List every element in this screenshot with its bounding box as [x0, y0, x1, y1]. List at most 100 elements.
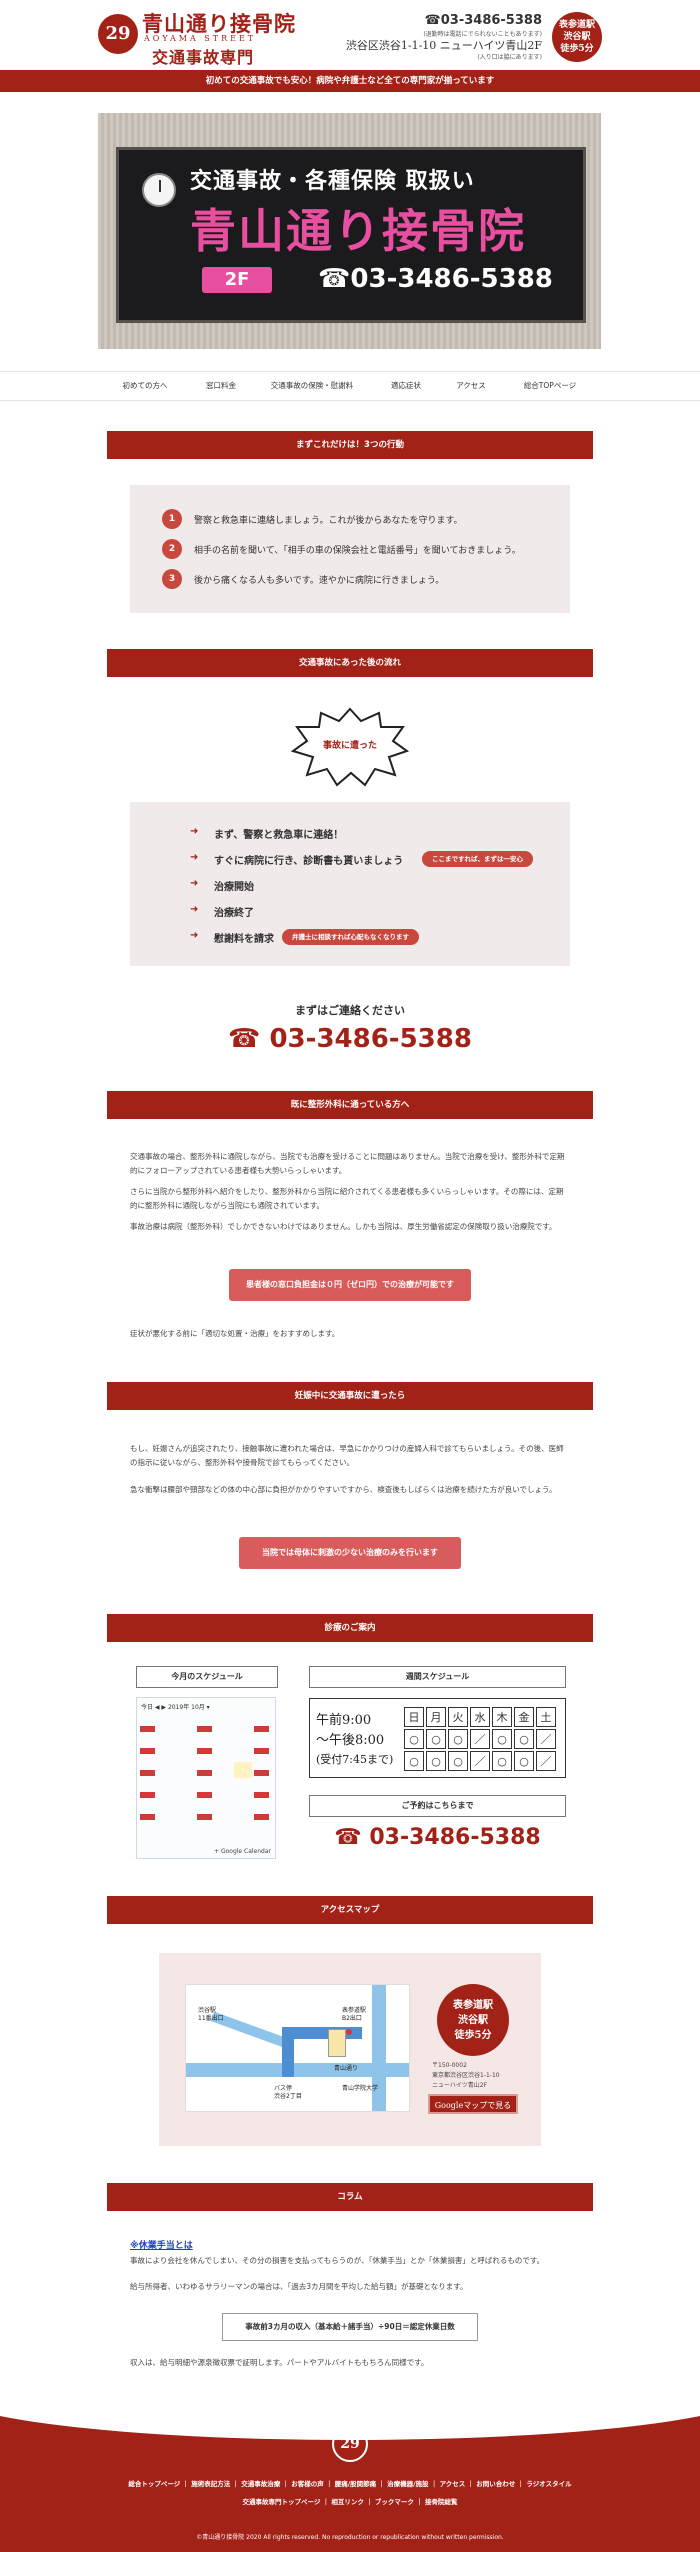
flow-step: すぐに病院に行き、診断書も貰いましょう: [214, 856, 404, 867]
reserve-phone[interactable]: ☎ 03-3486-5388: [309, 1825, 566, 1850]
calendar-day[interactable]: [196, 1806, 214, 1822]
footer-links[interactable]: 交通事故専門トップページ ｜ 相互リンク ｜ ブックマーク ｜ 接骨院総覧: [0, 2496, 700, 2506]
am-slot: ／: [536, 1729, 556, 1749]
calendar-event[interactable]: [140, 1792, 155, 1798]
paragraph: 収入は、給与明細や源泉徴収票で証明します。パートやアルバイトももちろん同様です。: [130, 2358, 429, 2367]
section-title-pregnant: 妊娠中に交通事故に遭ったら: [107, 1382, 593, 1410]
map-label: 11番出口: [198, 2015, 224, 2022]
calendar-day[interactable]: [177, 1740, 195, 1756]
calendar-event[interactable]: [197, 1726, 212, 1732]
pm-slot: ○: [492, 1751, 512, 1771]
section-title-column: コラム: [107, 2183, 593, 2211]
weekly-hours-table: 午前9:00 〜午後8:00 (受付7:45まで) 日 月 火 水 木 金 土 …: [309, 1698, 566, 1778]
header-phone[interactable]: ☎03-3486-5388: [425, 13, 542, 28]
zero-yen-callout: 患者様の窓口負担金は０円（ゼロ円）での治療が可能です: [229, 1269, 471, 1301]
google-map-button[interactable]: Googleマップで見る: [428, 2094, 518, 2114]
calendar-header[interactable]: 今日 ◀ ▶ 2019年 10月 ▾: [141, 1702, 210, 1711]
arrow-icon: ➜: [190, 852, 199, 863]
calendar-today[interactable]: [234, 1762, 252, 1778]
calendar-day[interactable]: [158, 1718, 176, 1734]
nav-access[interactable]: アクセス: [440, 372, 502, 400]
badge-line: 表参道駅: [558, 20, 595, 30]
pm-slot: ○: [514, 1751, 534, 1771]
calendar-day[interactable]: [139, 1740, 157, 1756]
day-header: 月: [426, 1707, 446, 1727]
burst-label: 事故に遭った: [322, 741, 377, 751]
calendar-day[interactable]: [139, 1718, 157, 1734]
footer-logo[interactable]: 29: [332, 2426, 368, 2462]
sign-line-1: 交通事故・各種保険 取扱い: [190, 169, 475, 194]
logo-mark[interactable]: 29: [98, 14, 138, 54]
calendar-event[interactable]: [254, 1770, 269, 1776]
calendar-day[interactable]: [253, 1784, 271, 1800]
calendar-day[interactable]: [215, 1718, 233, 1734]
calendar-event[interactable]: [254, 1792, 269, 1798]
calendar-event[interactable]: [254, 1814, 269, 1820]
calendar-event[interactable]: [254, 1726, 269, 1732]
arrow-icon: ➜: [190, 904, 199, 915]
nav-insurance[interactable]: 交通事故の保険・慰謝料: [252, 372, 372, 400]
access-map[interactable]: 渋谷駅 11番出口 表参道駅 B2出口 バス停 渋谷2丁目 青山学院大学 青山通…: [185, 1984, 410, 2112]
calendar-day[interactable]: [253, 1740, 271, 1756]
paragraph: 交通事故の場合、整形外科に通院しながら、当院でも治療を受けることに問題はありませ…: [130, 1152, 565, 1175]
calendar-event[interactable]: [140, 1748, 155, 1754]
contact-phone[interactable]: ☎ 03-3486-5388: [0, 1024, 700, 1054]
section-title-orthopedic: 既に整形外科に通っている方へ: [107, 1091, 593, 1119]
calendar-day[interactable]: [196, 1762, 214, 1778]
calendar-day[interactable]: [253, 1762, 271, 1778]
reserve-title: ご予約はこちらまで: [309, 1795, 566, 1817]
google-calendar-link[interactable]: + Google Calendar: [214, 1848, 271, 1855]
address-line: 東京都渋谷区渋谷1-1-10: [432, 2072, 500, 2079]
calendar-day[interactable]: [139, 1784, 157, 1800]
calendar-event[interactable]: [197, 1814, 212, 1820]
calendar-event[interactable]: [197, 1792, 212, 1798]
flow-pill: ここまですれば、まずは一安心: [422, 851, 533, 867]
calendar-day[interactable]: [139, 1762, 157, 1778]
logo-street: AOYAMA STREET: [144, 34, 257, 43]
badge-line: 徒歩5分: [560, 44, 594, 54]
google-calendar[interactable]: 今日 ◀ ▶ 2019年 10月 ▾ + Google Calendar: [136, 1697, 276, 1859]
calendar-day[interactable]: [139, 1806, 157, 1822]
nav-fees[interactable]: 窓口料金: [190, 372, 252, 400]
am-slot: ○: [404, 1729, 424, 1749]
calendar-day[interactable]: [196, 1740, 214, 1756]
calendar-event[interactable]: [140, 1814, 155, 1820]
arrow-icon: ➜: [190, 930, 199, 941]
hours-close: 〜午後8:00: [316, 1733, 385, 1748]
calendar-event[interactable]: [140, 1770, 155, 1776]
day-header: 日: [404, 1707, 424, 1727]
am-slot: ○: [426, 1729, 446, 1749]
nav-symptoms[interactable]: 適応症状: [372, 372, 440, 400]
month-schedule-title: 今月のスケジュール: [136, 1666, 278, 1688]
calendar-event[interactable]: [254, 1748, 269, 1754]
calendar-day[interactable]: [196, 1718, 214, 1734]
flow-step: 治療終了: [214, 908, 254, 919]
calendar-day[interactable]: [253, 1718, 271, 1734]
nav-top[interactable]: 総合TOPページ: [502, 372, 598, 400]
step-number: 3: [162, 569, 182, 589]
contact-title: まずはご連絡ください: [295, 1004, 405, 1017]
calendar-day[interactable]: [196, 1784, 214, 1800]
calendar-day[interactable]: [177, 1718, 195, 1734]
pm-slot: ○: [404, 1751, 424, 1771]
sign-phone: ☎03-3486-5388: [318, 264, 553, 294]
step-text: 相手の名前を聞いて、「相手の車の保険会社と電話番号」を聞いておきましょう。: [194, 546, 521, 556]
nav-first-visit[interactable]: 初めての方へ: [100, 372, 190, 400]
calendar-day[interactable]: [234, 1718, 252, 1734]
footer-links[interactable]: 総合トップページ ｜ 施術表記方法 ｜ 交通事故治療 ｜ お客様の声 ｜ 腰痛/…: [0, 2478, 700, 2488]
paragraph: さらに当院から整形外科へ紹介をしたり、整形外科から当院に紹介されてくる患者様も多…: [130, 1187, 564, 1210]
column-link[interactable]: ※休業手当とは: [130, 2238, 193, 2251]
am-slot: ○: [448, 1729, 468, 1749]
day-header: 水: [470, 1707, 490, 1727]
sign-floor: 2F: [202, 267, 272, 293]
badge-line: 表参道駅: [453, 2000, 493, 2011]
badge-line: 渋谷駅: [458, 2015, 488, 2026]
map-label: 渋谷2丁目: [274, 2093, 302, 2100]
pm-slot: ／: [536, 1751, 556, 1771]
calendar-event[interactable]: [140, 1726, 155, 1732]
calendar-event[interactable]: [197, 1748, 212, 1754]
pm-slot: ／: [470, 1751, 490, 1771]
calendar-event[interactable]: [197, 1770, 212, 1776]
paragraph: 給与所得者、いわゆるサラリーマンの場合は、「過去3カ月間を平均した給与額」が基礎…: [130, 2282, 468, 2291]
calendar-day[interactable]: [253, 1806, 271, 1822]
